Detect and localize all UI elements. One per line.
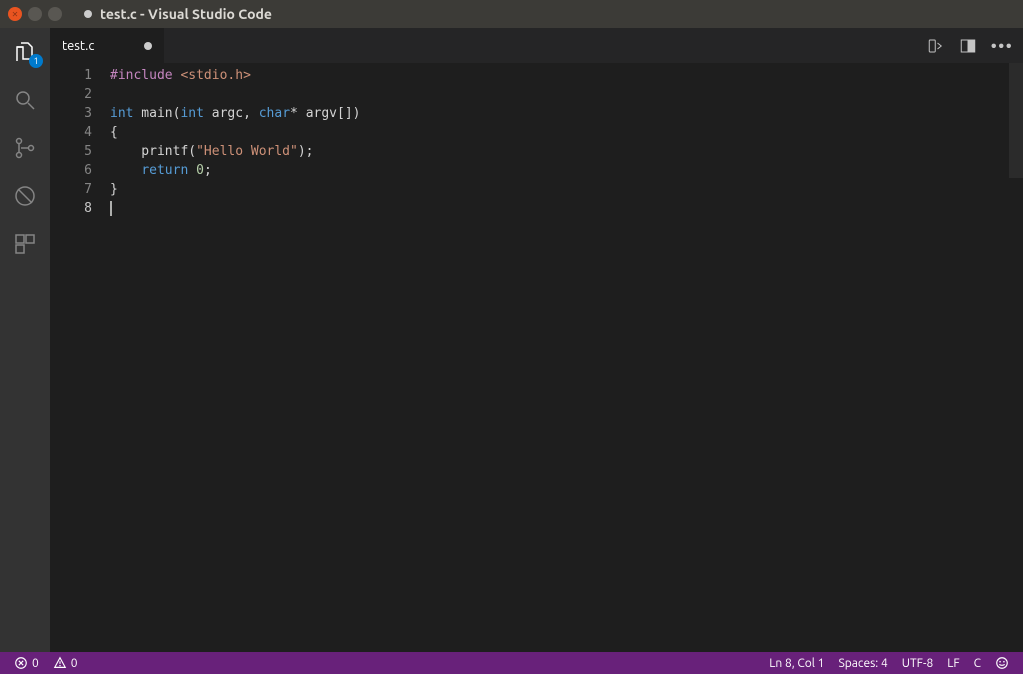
token-indent — [110, 163, 141, 178]
status-encoding-text: UTF-8 — [902, 657, 933, 670]
token-ident: * argv[]) — [290, 106, 360, 121]
token-keyword: return — [141, 163, 188, 178]
token-punct: ); — [298, 144, 314, 159]
error-icon — [14, 656, 28, 670]
window-close-button[interactable]: ✕ — [8, 7, 22, 21]
window-minimize-button[interactable] — [28, 7, 42, 21]
tab-label: test.c — [62, 39, 94, 53]
smiley-icon — [995, 656, 1009, 670]
status-bar: 0 0 Ln 8, Col 1 Spaces: 4 UTF-8 LF C — [0, 652, 1023, 674]
status-eol[interactable]: LF — [943, 657, 963, 670]
tab-modified-indicator — [144, 42, 152, 50]
window-titlebar: ✕ test.c - Visual Studio Code — [0, 0, 1023, 28]
window-modified-indicator — [84, 10, 92, 18]
activity-bar: 1 — [0, 28, 50, 652]
token-ident: printf( — [110, 144, 196, 159]
token-space — [188, 163, 196, 178]
token-brace: { — [110, 125, 118, 140]
activity-debug[interactable] — [11, 182, 39, 210]
status-cursor-position[interactable]: Ln 8, Col 1 — [765, 657, 828, 670]
source-control-icon — [13, 136, 37, 160]
activity-source-control[interactable] — [11, 134, 39, 162]
token-punct: ; — [204, 163, 212, 178]
activity-extensions[interactable] — [11, 230, 39, 258]
debug-icon — [13, 184, 37, 208]
status-indentation[interactable]: Spaces: 4 — [834, 657, 891, 670]
status-language[interactable]: C — [970, 657, 985, 670]
tab-bar: test.c ••• — [50, 28, 1023, 63]
status-encoding[interactable]: UTF-8 — [898, 657, 937, 670]
editor[interactable]: 12345678 #include <stdio.h> int main(int… — [50, 63, 1023, 652]
warning-icon — [53, 656, 67, 670]
status-warnings[interactable]: 0 — [49, 656, 82, 670]
activity-search[interactable] — [11, 86, 39, 114]
window-maximize-button[interactable] — [48, 7, 62, 21]
status-indent-text: Spaces: 4 — [838, 657, 887, 670]
main-area: 1 test.c ••• 12 — [0, 28, 1023, 652]
token-keyword: int — [110, 106, 133, 121]
code-content[interactable]: #include <stdio.h> int main(int argc, ch… — [110, 63, 1009, 652]
search-icon — [13, 88, 37, 112]
text-cursor — [110, 201, 112, 216]
explorer-badge: 1 — [29, 54, 43, 68]
token-keyword: char — [259, 106, 290, 121]
status-errors-count: 0 — [32, 657, 39, 670]
status-warnings-count: 0 — [71, 657, 78, 670]
activity-explorer[interactable]: 1 — [11, 38, 39, 66]
line-number-gutter: 12345678 — [50, 63, 110, 652]
status-feedback[interactable] — [991, 656, 1013, 670]
editor-region: test.c ••• 12345678 #include <stdio.h> i… — [50, 28, 1023, 652]
token-preprocessor: #include — [110, 68, 173, 83]
status-position-text: Ln 8, Col 1 — [769, 657, 824, 670]
split-editor-icon[interactable] — [959, 37, 977, 55]
window-title: test.c - Visual Studio Code — [100, 6, 272, 22]
token-keyword: int — [180, 106, 203, 121]
extensions-icon — [13, 232, 37, 256]
editor-actions: ••• — [917, 28, 1023, 63]
token-ident: argc, — [204, 106, 259, 121]
token-string: "Hello World" — [196, 144, 298, 159]
minimap[interactable] — [1009, 63, 1023, 652]
more-actions-icon[interactable]: ••• — [991, 36, 1013, 56]
status-language-text: C — [974, 657, 981, 670]
status-eol-text: LF — [947, 657, 959, 670]
compare-changes-icon[interactable] — [927, 37, 945, 55]
window-buttons: ✕ — [8, 7, 62, 21]
token-include-path: <stdio.h> — [180, 68, 250, 83]
tab-test-c[interactable]: test.c — [50, 28, 165, 63]
token-number: 0 — [196, 163, 204, 178]
minimap-slider[interactable] — [1009, 63, 1023, 178]
token-brace: } — [110, 182, 118, 197]
token-ident: main( — [133, 106, 180, 121]
status-errors[interactable]: 0 — [10, 656, 43, 670]
